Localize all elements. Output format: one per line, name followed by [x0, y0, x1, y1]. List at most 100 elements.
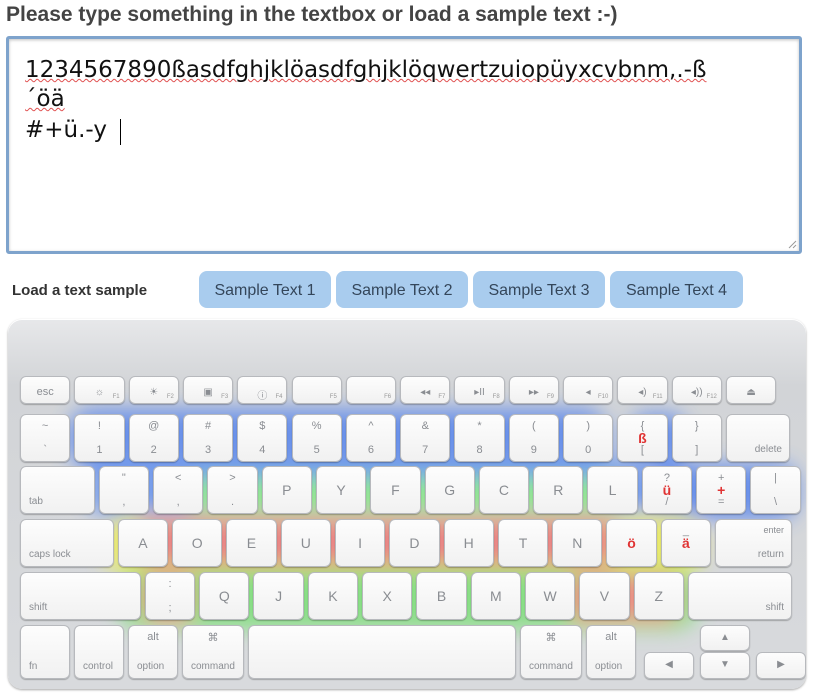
key-option[interactable]: option alt [128, 625, 178, 679]
key-w[interactable]: W [524, 572, 576, 620]
key-command[interactable]: command ⌘ [520, 625, 582, 679]
arrow-left-key[interactable]: ◀ [644, 652, 694, 679]
key-z[interactable]: Z [633, 572, 684, 620]
key-option[interactable]: option alt [586, 625, 636, 679]
key-l[interactable]: L [587, 466, 638, 514]
key-key[interactable]: F6 [345, 376, 397, 404]
key-y[interactable]: Y [315, 466, 367, 514]
key-char: L [608, 482, 617, 498]
key-key[interactable]: }] [671, 414, 722, 462]
key-e[interactable]: E [226, 519, 277, 567]
sample-text-1-button[interactable]: Sample Text 1 [199, 271, 331, 308]
key-label: command [529, 661, 573, 672]
key-p[interactable]: P [261, 466, 312, 514]
key-shift[interactable]: shift [20, 572, 141, 620]
text-line-2: ´öä [25, 86, 65, 112]
key-key[interactable]: _ ä [660, 519, 712, 567]
function-key-number: F3 [221, 394, 229, 400]
arrow-right-key[interactable]: ▶ [756, 652, 806, 679]
key-shift-char: ! [97, 420, 101, 432]
arrow-down-key[interactable]: ▼ [700, 652, 750, 679]
key-label: option [137, 661, 165, 672]
key-key[interactable]: ◂)) F12 [671, 376, 722, 404]
key-key[interactable]: ◂◂ F7 [400, 376, 451, 404]
key-a[interactable]: A [117, 519, 169, 567]
key-key[interactable]: ◂ F10 [563, 376, 614, 404]
left-arrow-icon: ◀ [665, 659, 673, 670]
key-key[interactable]: ◂) F11 [617, 376, 668, 404]
key-i[interactable]: I [334, 519, 386, 567]
resize-grip-icon[interactable] [787, 239, 797, 249]
key-d[interactable]: D [389, 519, 440, 567]
key-key[interactable]: {ß[ [617, 414, 668, 462]
arrow-up-key[interactable]: ▲ [700, 625, 750, 651]
key-key[interactable]: ☀ F2 [128, 376, 179, 404]
key-key[interactable]: + + = [696, 466, 747, 514]
key-1[interactable]: ! 1 [74, 414, 125, 462]
key-key[interactable]: <, [153, 466, 204, 514]
key-char: X [382, 588, 392, 604]
key-q[interactable]: Q [199, 572, 250, 620]
key-7[interactable]: & 7 [400, 414, 451, 462]
key-delete[interactable]: delete [725, 414, 790, 462]
key-key[interactable]: ~ ` [20, 414, 71, 462]
key-return[interactable]: return enter [715, 519, 792, 567]
function-key-number: F7 [438, 394, 446, 400]
key-t[interactable]: T [497, 519, 549, 567]
key-key[interactable]: ⓘ F4 [237, 376, 288, 404]
key-key[interactable]: ▸▸ F9 [508, 376, 559, 404]
key-9[interactable]: (9 [508, 414, 559, 462]
key-o[interactable]: O [172, 519, 223, 567]
text-input-area[interactable]: 1234567890ßasdfghjklöasdfghjklöqwertzuio… [6, 36, 802, 254]
key-4[interactable]: $4 [237, 414, 288, 462]
key-label: shift [765, 602, 784, 613]
key-key[interactable]: | \ [750, 466, 801, 514]
key-3[interactable]: #3 [182, 414, 234, 462]
key-key[interactable]: ☼ F1 [74, 376, 125, 404]
key-sublabel: alt [147, 631, 159, 643]
key-ii[interactable]: ▸II F8 [454, 376, 505, 404]
key-key[interactable]: :; [144, 572, 196, 620]
key-0[interactable]: ) 0 [563, 414, 614, 462]
sample-text-2-button[interactable]: Sample Text 2 [336, 271, 468, 308]
key-u[interactable]: U [280, 519, 331, 567]
key-space[interactable] [248, 625, 516, 679]
key-x[interactable]: X [362, 572, 413, 620]
key-k[interactable]: K [307, 572, 359, 620]
key-key[interactable]: >. [207, 466, 258, 514]
key-8[interactable]: * 8 [454, 414, 505, 462]
key-key[interactable]: ▣ F3 [182, 376, 234, 404]
key-tab[interactable]: tab [20, 466, 95, 514]
key-esc[interactable]: esc [20, 376, 71, 404]
sample-text-4-button[interactable]: Sample Text 4 [610, 271, 743, 308]
key-key[interactable]: ", [98, 466, 150, 514]
sample-text-3-button[interactable]: Sample Text 3 [473, 271, 605, 308]
text-line-3: #+ü.-y [25, 117, 107, 143]
key-control[interactable]: control [74, 625, 124, 679]
key-n[interactable]: N [552, 519, 603, 567]
key-fn[interactable]: fn [20, 625, 70, 679]
key-r[interactable]: R [533, 466, 584, 514]
key-m[interactable]: M [470, 572, 521, 620]
key-c[interactable]: C [478, 466, 530, 514]
key-shift[interactable]: shift [687, 572, 792, 620]
key-key[interactable]: ö [606, 519, 657, 567]
key-6[interactable]: ^ 6 [345, 414, 397, 462]
key-v[interactable]: V [579, 572, 630, 620]
key-j[interactable]: J [253, 572, 304, 620]
key-2[interactable]: @2 [128, 414, 179, 462]
key-b[interactable]: B [416, 572, 467, 620]
key-h[interactable]: H [443, 519, 494, 567]
key-key[interactable]: F5 [291, 376, 342, 404]
key-char: = [717, 496, 725, 508]
key-char: R [553, 482, 564, 498]
key-key[interactable]: ⏏ [725, 376, 777, 404]
key-char: ; [168, 602, 172, 614]
key-f[interactable]: F [370, 466, 421, 514]
key-g[interactable]: G [424, 466, 475, 514]
key-char: 5 [313, 444, 320, 456]
key-command[interactable]: command ⌘ [182, 625, 244, 679]
key-caps-lock[interactable]: caps lock [20, 519, 114, 567]
key-key[interactable]: ? ü / [641, 466, 693, 514]
key-5[interactable]: % 5 [291, 414, 342, 462]
